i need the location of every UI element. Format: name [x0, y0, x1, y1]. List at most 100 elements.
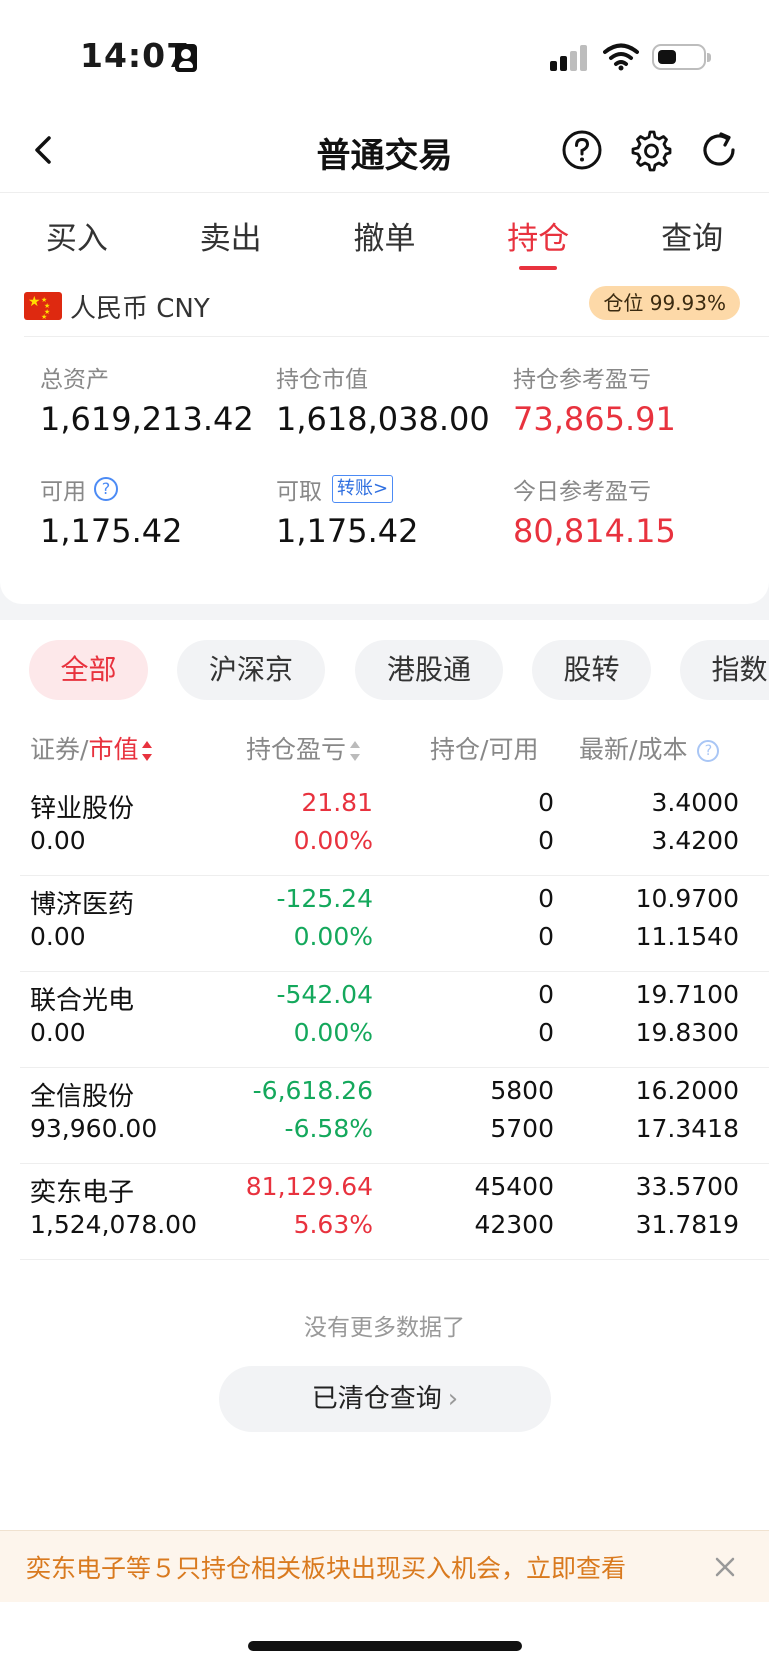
table-row[interactable]: 锌业股份 0.00 21.81 0.00% 0 0 3.4000 3.4200 — [20, 780, 769, 876]
table-row[interactable]: 博济医药 0.00 -125.24 0.00% 0 0 10.9700 11.1… — [20, 876, 769, 972]
currency-label: 人民币 CNY — [70, 293, 210, 324]
stock-cost: 11.1540 — [635, 922, 739, 951]
filter-sh-sz-bj[interactable]: 沪深京 — [177, 640, 325, 700]
stock-position: 0 — [538, 788, 554, 817]
stock-position: 45400 — [474, 1172, 554, 1201]
holdings-table-header: 证券/市值 持仓盈亏 持仓/可用 最新/成本? — [0, 726, 769, 770]
stock-pl: 21.81 — [301, 788, 373, 817]
tab-sell[interactable]: 卖出 — [154, 193, 308, 270]
stock-cost: 31.7819 — [635, 1210, 739, 1239]
total-assets-label: 总资产 — [40, 367, 109, 393]
stock-pl: -542.04 — [276, 980, 374, 1009]
tab-positions[interactable]: 持仓 — [461, 193, 615, 270]
available-help-icon[interactable]: ? — [94, 477, 118, 501]
header-available: 可用 — [488, 735, 539, 764]
stock-market-value: 0.00 — [30, 922, 86, 951]
wifi-icon — [603, 43, 639, 71]
market-value-label: 持仓市值 — [276, 367, 368, 393]
nav-bar: 普通交易 — [0, 110, 769, 192]
total-assets: 总资产 1,619,213.42 — [40, 360, 270, 438]
table-row[interactable]: 全信股份 93,960.00 -6,618.26 -6.58% 5800 570… — [20, 1068, 769, 1164]
gear-icon[interactable] — [628, 128, 672, 172]
chevron-right-icon: › — [447, 1384, 459, 1414]
sort-desc-icon — [142, 740, 153, 762]
card-divider — [24, 336, 769, 337]
filter-index[interactable]: 指数 — [680, 640, 769, 700]
header-market-value: 市值 — [88, 735, 139, 764]
no-more-data-label: 没有更多数据了 — [304, 1315, 465, 1341]
cellular-signal-icon — [550, 45, 590, 71]
header-pl[interactable]: 持仓盈亏 — [246, 730, 361, 766]
withdrawable-label-row: 可取 转账> — [276, 472, 506, 506]
stock-position: 0 — [538, 884, 554, 913]
position-pl-label: 持仓参考盈亏 — [513, 367, 651, 393]
withdrawable-value: 1,175.42 — [276, 512, 419, 550]
today-pl-value: 80,814.15 — [513, 512, 676, 550]
filter-neeq[interactable]: 股转 — [532, 640, 651, 700]
stock-name: 博济医药 — [30, 890, 135, 920]
stock-available: 42300 — [474, 1210, 554, 1239]
stock-available: 0 — [538, 1018, 554, 1047]
market-value: 持仓市值 1,618,038.00 — [276, 360, 506, 438]
table-row[interactable]: 奕东电子 1,524,078.00 81,129.64 5.63% 45400 … — [20, 1164, 769, 1260]
tab-query[interactable]: 查询 — [615, 193, 769, 270]
header-position-available: 持仓/可用 — [430, 730, 538, 766]
cleared-positions-label: 已清仓查询 — [311, 1384, 442, 1414]
stock-available: 0 — [538, 922, 554, 951]
cleared-positions-button[interactable]: 已清仓查询 › — [219, 1366, 551, 1432]
filter-hk-connect[interactable]: 港股通 — [355, 640, 503, 700]
stock-cost: 17.3418 — [635, 1114, 739, 1143]
stock-cost: 3.4200 — [651, 826, 739, 855]
available-funds: 可用 ? 1,175.42 — [40, 472, 270, 550]
header-security-market-value[interactable]: 证券/市值 — [30, 730, 153, 766]
home-indicator — [248, 1641, 522, 1651]
stock-name: 锌业股份 — [30, 794, 135, 824]
tab-buy[interactable]: 买入 — [0, 193, 154, 270]
close-icon[interactable] — [711, 1553, 739, 1581]
holdings-list: 锌业股份 0.00 21.81 0.00% 0 0 3.4000 3.4200 … — [20, 780, 769, 1260]
sort-icon — [350, 740, 361, 762]
stock-position: 0 — [538, 980, 554, 1009]
refresh-icon[interactable] — [697, 128, 741, 172]
stock-name: 奕东电子 — [30, 1178, 135, 1208]
position-ratio-badge: 仓位 99.93% — [589, 286, 740, 320]
currency-selector[interactable]: ★ ★ ★ ★ ★ 人民币 CNY — [24, 286, 210, 326]
stock-cost: 19.8300 — [635, 1018, 739, 1047]
total-assets-value: 1,619,213.42 — [40, 400, 254, 438]
transfer-button[interactable]: 转账> — [332, 475, 394, 503]
banner-text: 奕东电子等５只持仓相关板块出现买入机会，立即查看 — [26, 1554, 627, 1583]
stock-position: 5800 — [490, 1076, 554, 1105]
position-pl-value: 73,865.91 — [513, 400, 676, 438]
withdrawable-label: 可取 — [276, 479, 322, 505]
cost-help-icon[interactable]: ? — [697, 740, 720, 762]
stock-market-value: 0.00 — [30, 826, 86, 855]
stock-name: 联合光电 — [30, 986, 135, 1016]
withdrawable-funds: 可取 转账> 1,175.42 — [276, 472, 506, 550]
stock-pl: -125.24 — [276, 884, 374, 913]
opportunity-banner[interactable]: 奕东电子等５只持仓相关板块出现买入机会，立即查看 — [0, 1530, 769, 1602]
stock-pl-percent: 0.00% — [293, 826, 373, 855]
header-position: 持仓 — [430, 735, 481, 764]
stock-market-value: 0.00 — [30, 1018, 86, 1047]
stock-pl: 81,129.64 — [245, 1172, 373, 1201]
today-pl: 今日参考盈亏 80,814.15 — [513, 472, 743, 550]
table-row[interactable]: 联合光电 0.00 -542.04 0.00% 0 0 19.7100 19.8… — [20, 972, 769, 1068]
stock-pl-percent: 5.63% — [293, 1210, 373, 1239]
available-label: 可用 — [40, 479, 86, 505]
stock-name: 全信股份 — [30, 1082, 135, 1112]
help-icon[interactable] — [560, 128, 604, 172]
battery-icon — [652, 44, 711, 70]
stock-last-price: 33.5700 — [635, 1172, 739, 1201]
stock-pl-percent: 0.00% — [293, 922, 373, 951]
header-cost: 成本 — [637, 735, 688, 764]
header-last-cost: 最新/成本? — [579, 730, 720, 766]
stock-available: 0 — [538, 826, 554, 855]
market-value-value: 1,618,038.00 — [276, 400, 490, 438]
stock-last-price: 19.7100 — [635, 980, 739, 1009]
position-pl: 持仓参考盈亏 73,865.91 — [513, 360, 743, 438]
stock-available: 5700 — [490, 1114, 554, 1143]
today-pl-label: 今日参考盈亏 — [513, 479, 651, 505]
tab-cancel-order[interactable]: 撤单 — [308, 193, 462, 270]
market-filter-chips: 全部 沪深京 港股通 股转 指数 — [0, 640, 769, 702]
filter-all[interactable]: 全部 — [29, 640, 148, 700]
